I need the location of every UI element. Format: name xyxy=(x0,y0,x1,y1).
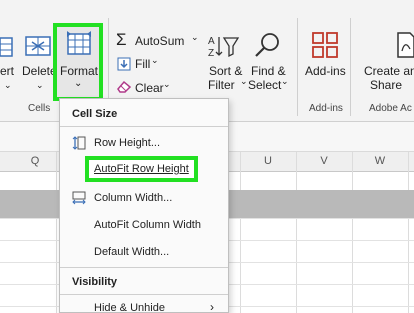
clear-chevron-icon[interactable]: ⌄ xyxy=(163,79,171,90)
delete-chevron-icon[interactable]: ⌄ xyxy=(36,80,44,91)
create-share-label-1[interactable]: Create and xyxy=(364,64,414,78)
insert-chevron-icon[interactable]: ⌄ xyxy=(4,80,12,91)
format-cells-icon xyxy=(67,31,91,55)
format-dropdown-menu: Cell Size Row Height... AutoFit Row Heig… xyxy=(59,98,229,313)
column-gridline xyxy=(240,152,241,313)
column-header-v[interactable]: V xyxy=(314,155,334,167)
insert-button-label[interactable]: ert xyxy=(0,64,14,78)
submenu-arrow-icon: › xyxy=(210,300,214,313)
svg-text:A: A xyxy=(208,36,215,47)
visibility-heading: Visibility xyxy=(72,276,118,288)
column-header-w[interactable]: W xyxy=(370,155,390,167)
column-gridline xyxy=(296,152,297,313)
fill-button-label[interactable]: Fill xyxy=(135,57,150,71)
column-header-q[interactable]: Q xyxy=(25,155,45,167)
sort-filter-icon[interactable]: A Z xyxy=(208,33,240,59)
format-chevron-icon[interactable]: ⌄ xyxy=(74,78,82,89)
column-header-u[interactable]: U xyxy=(258,155,278,167)
format-button-label[interactable]: Format xyxy=(60,64,98,78)
column-gridline xyxy=(56,152,57,313)
menu-item-row-height[interactable]: Row Height... xyxy=(94,137,160,149)
svg-text:Z: Z xyxy=(208,48,214,59)
create-share-label-2[interactable]: Share xyxy=(370,78,402,92)
group-separator xyxy=(350,18,351,116)
find-select-chevron-icon[interactable]: ⌄ xyxy=(281,76,289,87)
insert-cells-icon xyxy=(0,37,13,57)
menu-item-column-width[interactable]: Column Width... xyxy=(94,192,172,204)
adobe-pdf-icon[interactable] xyxy=(396,31,414,59)
autosum-button-label[interactable]: AutoSum xyxy=(135,34,184,48)
cells-group-label: Cells xyxy=(28,103,51,114)
column-gridline xyxy=(352,152,353,313)
sort-filter-chevron-icon[interactable]: ⌄ xyxy=(240,76,248,87)
autosum-chevron-icon[interactable]: ⌄ xyxy=(191,32,199,43)
fill-chevron-icon[interactable]: ⌄ xyxy=(151,55,159,66)
clear-button-label[interactable]: Clear xyxy=(135,81,164,95)
menu-item-hide-unhide[interactable]: Hide & Unhide xyxy=(94,302,165,313)
group-separator xyxy=(297,18,298,116)
menu-item-default-width[interactable]: Default Width... xyxy=(94,246,169,258)
menu-divider xyxy=(60,267,228,268)
row-height-icon xyxy=(72,136,86,150)
delete-button-label[interactable]: Delete xyxy=(22,64,57,78)
find-select-label-2[interactable]: Select xyxy=(248,78,281,92)
cell-size-heading: Cell Size xyxy=(72,108,118,120)
menu-item-autofit-column-width[interactable]: AutoFit Column Width xyxy=(94,219,201,231)
addins-icon[interactable] xyxy=(311,31,339,59)
magnifier-icon[interactable] xyxy=(253,31,281,59)
adobe-group-label: Adobe Ac xyxy=(369,103,412,114)
sort-filter-label-2[interactable]: Filter xyxy=(208,78,235,92)
eraser-icon[interactable] xyxy=(116,80,132,93)
menu-divider xyxy=(60,294,228,295)
fill-icon[interactable] xyxy=(117,57,131,71)
column-gridline xyxy=(408,152,409,313)
delete-cells-icon xyxy=(25,36,51,56)
menu-divider xyxy=(60,126,228,127)
addins-group-label: Add-ins xyxy=(309,103,343,114)
autosum-icon[interactable]: Σ xyxy=(116,30,127,50)
column-width-icon xyxy=(72,191,86,205)
addins-button-label[interactable]: Add-ins xyxy=(305,64,346,78)
sort-filter-label-1[interactable]: Sort & xyxy=(209,64,242,78)
menu-item-autofit-row-height[interactable]: AutoFit Row Height xyxy=(94,163,189,175)
